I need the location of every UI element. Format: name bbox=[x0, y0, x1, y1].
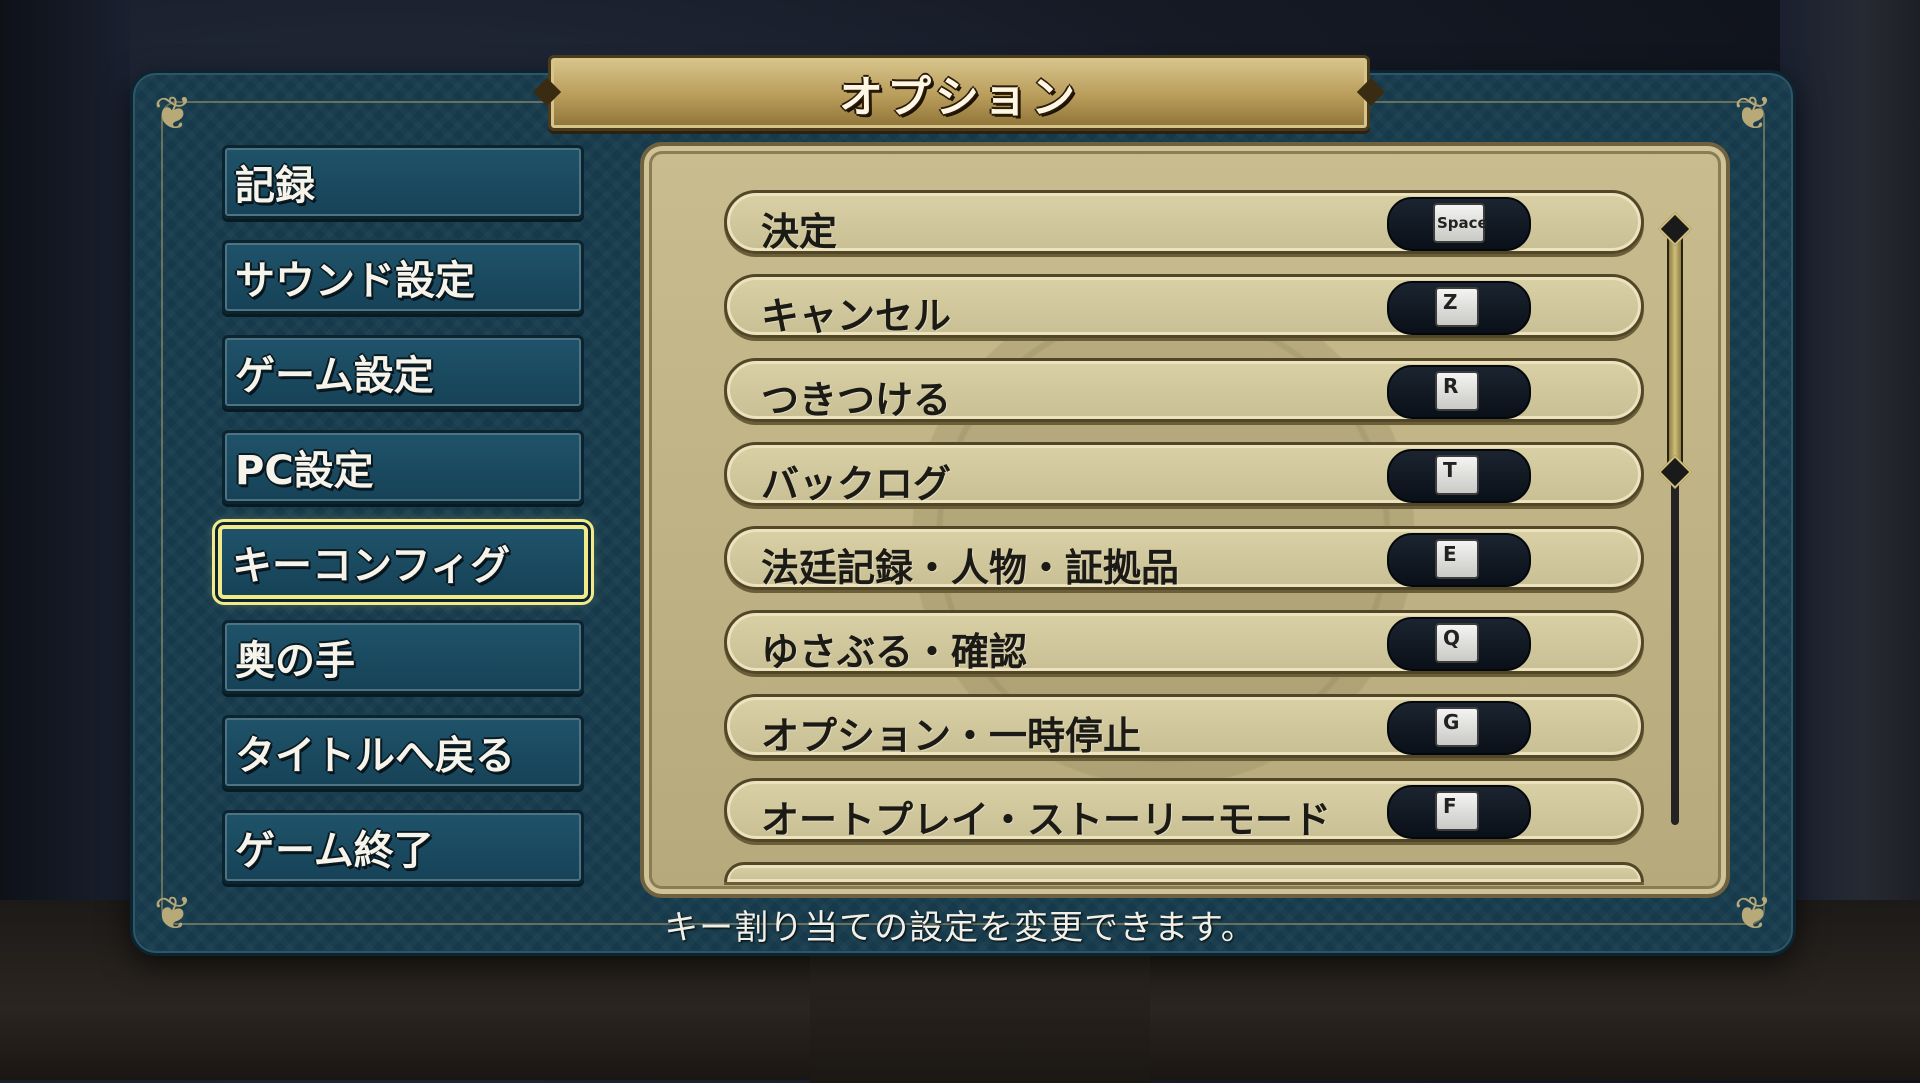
menu-item-label: キーコンフィグ bbox=[232, 543, 510, 589]
key-config-list: 決定 Space キャンセル Z つきつける R バックログ T 法廷記録・人物… bbox=[724, 190, 1644, 894]
menu-item-quit-game[interactable]: ゲーム終了 bbox=[222, 810, 584, 884]
action-label: 法廷記録・人物・証拠品 bbox=[761, 546, 1180, 590]
menu-item-label: 記録 bbox=[235, 163, 315, 209]
key-config-row-backlog[interactable]: バックログ T bbox=[724, 442, 1644, 506]
key-binding[interactable]: E bbox=[1387, 533, 1531, 587]
action-label: オプション・一時停止 bbox=[761, 714, 1142, 758]
key-config-row-cancel[interactable]: キャンセル Z bbox=[724, 274, 1644, 338]
menu-item-special-move[interactable]: 奥の手 bbox=[222, 620, 584, 694]
action-label: バックログ bbox=[761, 462, 952, 506]
scroll-thumb[interactable] bbox=[1667, 225, 1683, 470]
action-label: ゆさぶる・確認 bbox=[761, 630, 1028, 674]
key-binding[interactable]: R bbox=[1387, 365, 1531, 419]
background-crate bbox=[810, 950, 1150, 1083]
menu-item-sound-settings[interactable]: サウンド設定 bbox=[222, 240, 584, 314]
key-config-row-press-check[interactable]: ゆさぶる・確認 Q bbox=[724, 610, 1644, 674]
key-config-row-next-partial bbox=[724, 862, 1644, 882]
key-config-row-confirm[interactable]: 決定 Space bbox=[724, 190, 1644, 254]
options-menu: 記録 サウンド設定 ゲーム設定 PC設定 キーコンフィグ 奥の手 タイトルへ戻る… bbox=[218, 145, 588, 905]
keycap-icon: Z bbox=[1435, 287, 1479, 327]
keycap-icon: E bbox=[1435, 539, 1479, 579]
scroll-thumb-end-diamond-icon bbox=[1658, 455, 1692, 489]
key-binding[interactable]: T bbox=[1387, 449, 1531, 503]
keycap-icon: Q bbox=[1435, 623, 1479, 663]
menu-item-label: PC設定 bbox=[235, 448, 374, 494]
menu-item-label: サウンド設定 bbox=[235, 258, 475, 304]
key-config-row-present[interactable]: つきつける R bbox=[724, 358, 1644, 422]
key-binding[interactable]: F bbox=[1387, 785, 1531, 839]
key-binding[interactable]: Space bbox=[1387, 197, 1531, 251]
menu-item-key-config[interactable]: キーコンフィグ bbox=[218, 525, 588, 599]
keycap-icon: R bbox=[1435, 371, 1479, 411]
action-label: つきつける bbox=[761, 378, 952, 422]
key-config-row-autoplay[interactable]: オートプレイ・ストーリーモード F bbox=[724, 778, 1644, 842]
menu-item-return-to-title[interactable]: タイトルへ戻る bbox=[222, 715, 584, 789]
corner-ornament-icon: ❦ bbox=[1733, 86, 1773, 140]
page-title: オプション bbox=[839, 72, 1079, 123]
title-banner: オプション bbox=[548, 55, 1370, 131]
key-config-board: 決定 Space キャンセル Z つきつける R バックログ T 法廷記録・人物… bbox=[640, 142, 1730, 898]
keycap-icon: T bbox=[1435, 455, 1479, 495]
help-description: キー割り当ての設定を変更できます。 bbox=[664, 908, 1256, 948]
corner-ornament-icon: ❦ bbox=[153, 86, 193, 140]
action-label: 決定 bbox=[761, 210, 838, 254]
keycap-icon: F bbox=[1435, 791, 1479, 831]
menu-item-label: ゲーム設定 bbox=[235, 353, 434, 399]
menu-item-label: ゲーム終了 bbox=[235, 828, 434, 874]
key-config-row-options-pause[interactable]: オプション・一時停止 G bbox=[724, 694, 1644, 758]
key-binding[interactable]: G bbox=[1387, 701, 1531, 755]
menu-item-label: タイトルへ戻る bbox=[235, 733, 515, 779]
key-config-row-court-record[interactable]: 法廷記録・人物・証拠品 E bbox=[724, 526, 1644, 590]
keycap-icon: Space bbox=[1433, 203, 1488, 243]
action-label: オートプレイ・ストーリーモード bbox=[761, 798, 1332, 842]
menu-item-label: 奥の手 bbox=[235, 638, 355, 684]
key-binding[interactable]: Q bbox=[1387, 617, 1531, 671]
action-label: キャンセル bbox=[761, 294, 952, 338]
scrollbar[interactable] bbox=[1658, 205, 1692, 835]
menu-item-pc-settings[interactable]: PC設定 bbox=[222, 430, 584, 504]
scroll-top-diamond-icon bbox=[1658, 212, 1692, 246]
menu-item-record[interactable]: 記録 bbox=[222, 145, 584, 219]
key-binding[interactable]: Z bbox=[1387, 281, 1531, 335]
keycap-icon: G bbox=[1435, 707, 1479, 747]
menu-item-game-settings[interactable]: ゲーム設定 bbox=[222, 335, 584, 409]
